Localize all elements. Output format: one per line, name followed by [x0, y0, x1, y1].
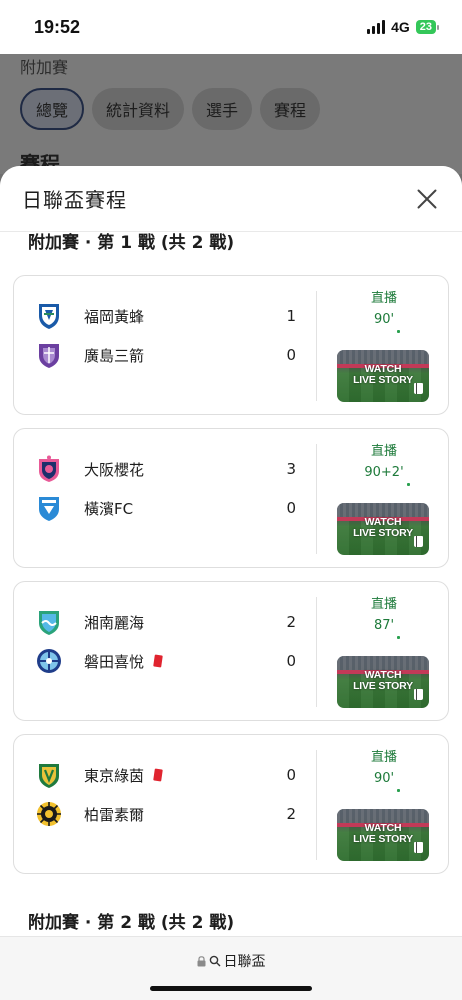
round-2-title: 附加賽 · 第 2 戰 (共 2 戰): [28, 913, 235, 933]
background-section-label: 附加賽: [20, 58, 69, 77]
shonan-bellmare-crest-icon: [34, 607, 64, 637]
live-status: 直播 90' WATCH LIVE STORY: [318, 749, 450, 861]
team-name: 福岡黃蜂: [84, 307, 145, 326]
live-story-video[interactable]: WATCH LIVE STORY: [337, 809, 429, 861]
match-minute: 90': [373, 311, 401, 333]
divider: [316, 291, 317, 401]
red-card-icon: [153, 768, 163, 782]
battery-icon: 23: [415, 20, 440, 34]
signal-icon: [367, 20, 386, 34]
browser-bottom-bar: 日聯盃: [0, 936, 462, 1000]
tab-schedule[interactable]: 賽程: [260, 88, 321, 130]
cup-icon: [414, 689, 423, 700]
tokyo-verdy-crest-icon: [34, 760, 64, 790]
live-status: 直播 87' WATCH LIVE STORY: [318, 596, 450, 708]
home-indicator[interactable]: [150, 986, 312, 991]
status-icons: 4G 23: [367, 19, 440, 35]
avispa-fukuoka-crest-icon: [34, 301, 64, 331]
divider: [316, 444, 317, 554]
team-name: 磐田喜悅: [84, 651, 163, 672]
team-name: 柏雷素爾: [84, 805, 145, 824]
address-bar[interactable]: 日聯盃: [0, 951, 462, 971]
clock: 19:52: [34, 16, 81, 37]
team-score: 2: [286, 805, 296, 823]
video-label-line2: LIVE STORY: [353, 527, 413, 539]
status-bar: 19:52 4G 23: [0, 0, 462, 54]
divider: [316, 750, 317, 860]
home-team-row: 福岡黃蜂 1: [34, 301, 296, 331]
match-list: 福岡黃蜂 1 廣島三箭 0 直播 90' WATCH LIVE STORY 大阪…: [13, 275, 449, 887]
team-name-text: 東京綠茵: [84, 766, 145, 785]
team-score: 3: [286, 460, 296, 478]
cup-icon: [414, 536, 423, 547]
live-status: 直播 90+2' WATCH LIVE STORY: [318, 443, 450, 555]
team-score: 0: [286, 766, 296, 784]
sanfrecce-hiroshima-crest-icon: [34, 340, 64, 370]
cup-icon: [414, 842, 423, 853]
team-name: 東京綠茵: [84, 765, 163, 786]
away-team-row: 廣島三箭 0: [34, 340, 296, 370]
divider: [316, 597, 317, 707]
kashiwa-reysol-crest-icon: [34, 799, 64, 829]
team-score: 1: [286, 307, 296, 325]
close-icon[interactable]: [416, 188, 438, 210]
match-minute-text: 90': [373, 771, 395, 786]
background-tabs: 總覽 統計資料 選手 賽程: [20, 88, 321, 130]
video-label-line2: LIVE STORY: [353, 833, 413, 845]
away-team-row: 磐田喜悅 0: [34, 646, 296, 676]
background-page: 附加賽 總覽 統計資料 選手 賽程 賽程: [0, 54, 462, 176]
match-minute: 90': [373, 770, 401, 792]
live-story-video[interactable]: WATCH LIVE STORY: [337, 350, 429, 402]
team-name: 湘南麗海: [84, 613, 145, 632]
team-score: 0: [286, 652, 296, 670]
address-text: 日聯盃: [223, 954, 266, 970]
cerezo-osaka-crest-icon: [34, 454, 64, 484]
team-name: 廣島三箭: [84, 346, 145, 365]
live-label: 直播: [370, 291, 397, 306]
schedule-sheet: 日聯盃賽程 附加賽 · 第 1 戰 (共 2 戰) 福岡黃蜂 1 廣島三箭 0 …: [0, 166, 462, 1000]
video-label-line2: LIVE STORY: [353, 374, 413, 386]
jubilo-iwata-crest-icon: [34, 646, 64, 676]
match-minute: 87': [373, 617, 401, 639]
live-story-video[interactable]: WATCH LIVE STORY: [337, 656, 429, 708]
video-label-line2: LIVE STORY: [353, 680, 413, 692]
home-team-row: 湘南麗海 2: [34, 607, 296, 637]
match-minute: 90+2': [364, 464, 410, 486]
team-score: 0: [286, 499, 296, 517]
sheet-header: 日聯盃賽程: [0, 166, 462, 232]
sheet-title: 日聯盃賽程: [22, 188, 127, 212]
search-icon: [209, 955, 220, 967]
live-status: 直播 90' WATCH LIVE STORY: [318, 290, 450, 402]
live-label: 直播: [370, 750, 397, 765]
home-team-row: 大阪櫻花 3: [34, 454, 296, 484]
match-card[interactable]: 湘南麗海 2 磐田喜悅 0 直播 87' WATCH LIVE STORY: [13, 581, 449, 721]
yokohama-fc-crest-icon: [34, 493, 64, 523]
cup-icon: [414, 383, 423, 394]
match-minute-text: 87': [373, 618, 395, 633]
live-story-video[interactable]: WATCH LIVE STORY: [337, 503, 429, 555]
match-minute-text: 90+2': [364, 465, 404, 480]
red-card-icon: [153, 654, 163, 668]
team-name-text: 磐田喜悅: [84, 652, 145, 671]
tab-stats[interactable]: 統計資料: [92, 88, 185, 130]
match-card[interactable]: 大阪櫻花 3 橫濱FC 0 直播 90+2' WATCH LIVE STORY: [13, 428, 449, 568]
match-minute-text: 90': [373, 312, 395, 327]
tab-overview[interactable]: 總覽: [20, 88, 85, 130]
lock-icon: [197, 955, 205, 966]
team-name: 橫濱FC: [84, 499, 134, 518]
team-score: 0: [286, 346, 296, 364]
team-name: 大阪櫻花: [84, 460, 145, 479]
away-team-row: 柏雷素爾 2: [34, 799, 296, 829]
team-score: 2: [286, 613, 296, 631]
live-label: 直播: [370, 444, 397, 459]
home-team-row: 東京綠茵 0: [34, 760, 296, 790]
network-type: 4G: [391, 19, 410, 35]
match-card[interactable]: 福岡黃蜂 1 廣島三箭 0 直播 90' WATCH LIVE STORY: [13, 275, 449, 415]
live-label: 直播: [370, 597, 397, 612]
away-team-row: 橫濱FC 0: [34, 493, 296, 523]
tab-players[interactable]: 選手: [192, 88, 253, 130]
match-card[interactable]: 東京綠茵 0 柏雷素爾 2 直播 90' WATCH LIVE STORY: [13, 734, 449, 874]
